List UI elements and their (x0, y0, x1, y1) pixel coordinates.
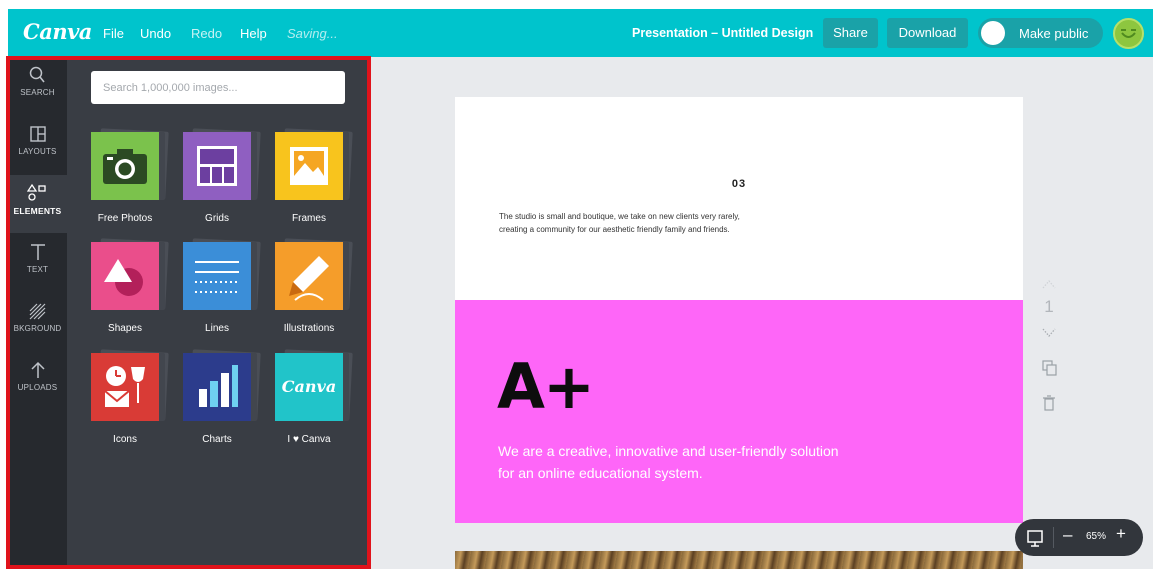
avatar[interactable] (1113, 18, 1144, 49)
make-public-toggle[interactable]: Make public (978, 18, 1103, 48)
elements-icon (26, 183, 46, 201)
tile-label: Charts (202, 434, 232, 445)
tile-i-love-canva[interactable]: Canva I ♥ Canva (275, 349, 367, 453)
tile-shapes[interactable]: Shapes (91, 238, 183, 342)
zoom-level: 65% (1086, 531, 1107, 542)
rail-label-uploads: UPLOADS (17, 383, 58, 392)
toggle-knob (981, 21, 1005, 45)
lines-icon (183, 242, 251, 310)
headline-text[interactable]: A+ (497, 350, 595, 423)
rail-item-background[interactable]: BKGROUND (8, 293, 67, 351)
rail-item-text[interactable]: TEXT (8, 234, 67, 292)
move-down-icon[interactable] (1037, 326, 1061, 340)
rail-label-background: BKGROUND (13, 324, 62, 333)
body-text[interactable]: The studio is small and boutique, we tak… (499, 210, 749, 236)
menu-redo[interactable]: Redo (191, 26, 222, 41)
tile-charts[interactable]: Charts (183, 349, 275, 453)
chart-icon (183, 353, 251, 421)
canva-logo-icon: Canva (275, 353, 343, 421)
page-number-text[interactable]: 03 (455, 178, 1023, 190)
frame-icon (275, 132, 343, 200)
tile-label: Frames (292, 213, 326, 224)
tile-label: Icons (113, 434, 137, 445)
tile-label: I ♥ Canva (287, 434, 331, 445)
next-page-preview[interactable] (455, 551, 1023, 569)
tile-label: Shapes (108, 323, 142, 334)
rail-item-elements[interactable]: ELEMENTS (8, 175, 67, 233)
tagline-text[interactable]: We are a creative, innovative and user-f… (498, 440, 858, 484)
grid-icon (183, 132, 251, 200)
tile-lines[interactable]: Lines (183, 238, 275, 342)
background-icon (29, 303, 45, 320)
text-icon (30, 244, 45, 260)
duplicate-page-icon[interactable] (1037, 359, 1061, 377)
make-public-label: Make public (1019, 26, 1089, 41)
design-page[interactable]: 03 The studio is small and boutique, we … (455, 97, 1023, 523)
image-search-input[interactable] (91, 71, 345, 104)
document-title[interactable]: Presentation – Untitled Design (632, 26, 813, 40)
tile-icons[interactable]: Icons (91, 349, 183, 453)
move-up-icon[interactable] (1037, 277, 1061, 291)
tile-label: Illustrations (283, 323, 335, 334)
rail-item-search[interactable]: SEARCH (8, 57, 67, 115)
zoom-divider (1053, 527, 1054, 548)
zoom-in-button[interactable]: + (1116, 524, 1126, 544)
page-indicator: 1 (1044, 297, 1054, 316)
shapes-icon (91, 242, 159, 310)
tile-label: Grids (205, 213, 229, 224)
rail-item-uploads[interactable]: UPLOADS (8, 352, 67, 410)
delete-page-icon[interactable] (1037, 394, 1061, 412)
top-bar: Canva File Undo Redo Help Saving... Pres… (8, 9, 1153, 57)
layouts-icon (29, 126, 46, 142)
elements-panel: Free Photos Grids Frames (67, 57, 370, 569)
menu-file[interactable]: File (103, 26, 124, 41)
menu-undo[interactable]: Undo (140, 26, 171, 41)
tile-grids[interactable]: Grids (183, 128, 275, 232)
canva-logo-text: Canva (281, 377, 337, 396)
canva-logo[interactable]: Canva (23, 19, 92, 44)
menu-help[interactable]: Help (240, 26, 267, 41)
upload-icon (30, 361, 45, 378)
avatar-face-icon (1121, 29, 1136, 38)
tile-label: Free Photos (97, 213, 153, 224)
presentation-mode-icon[interactable] (1025, 528, 1045, 548)
pink-background-block[interactable]: A+ We are a creative, innovative and use… (455, 300, 1023, 523)
rail-label-search: SEARCH (20, 88, 55, 97)
share-button[interactable]: Share (823, 18, 878, 48)
pencil-icon (275, 242, 343, 310)
search-icon (29, 66, 45, 83)
zoom-out-button[interactable]: – (1063, 525, 1072, 545)
rail-item-layouts[interactable]: LAYOUTS (8, 116, 67, 174)
rail-label-text: TEXT (26, 265, 49, 274)
tile-illustrations[interactable]: Illustrations (275, 238, 367, 342)
side-rail: SEARCH LAYOUTS ELEMENTS TEXT BKGROUND UP… (8, 57, 67, 569)
rail-label-elements: ELEMENTS (13, 206, 62, 216)
download-button[interactable]: Download (887, 18, 968, 48)
tile-free-photos[interactable]: Free Photos (91, 128, 183, 232)
save-status: Saving... (287, 26, 338, 41)
tile-frames[interactable]: Frames (275, 128, 367, 232)
rail-label-layouts: LAYOUTS (18, 147, 57, 156)
icons-icon (91, 353, 159, 421)
design-workspace[interactable]: 03 The studio is small and boutique, we … (371, 57, 1153, 569)
zoom-controls: – 65% + (1015, 519, 1143, 556)
tile-label: Lines (205, 323, 229, 334)
camera-icon (91, 132, 159, 200)
